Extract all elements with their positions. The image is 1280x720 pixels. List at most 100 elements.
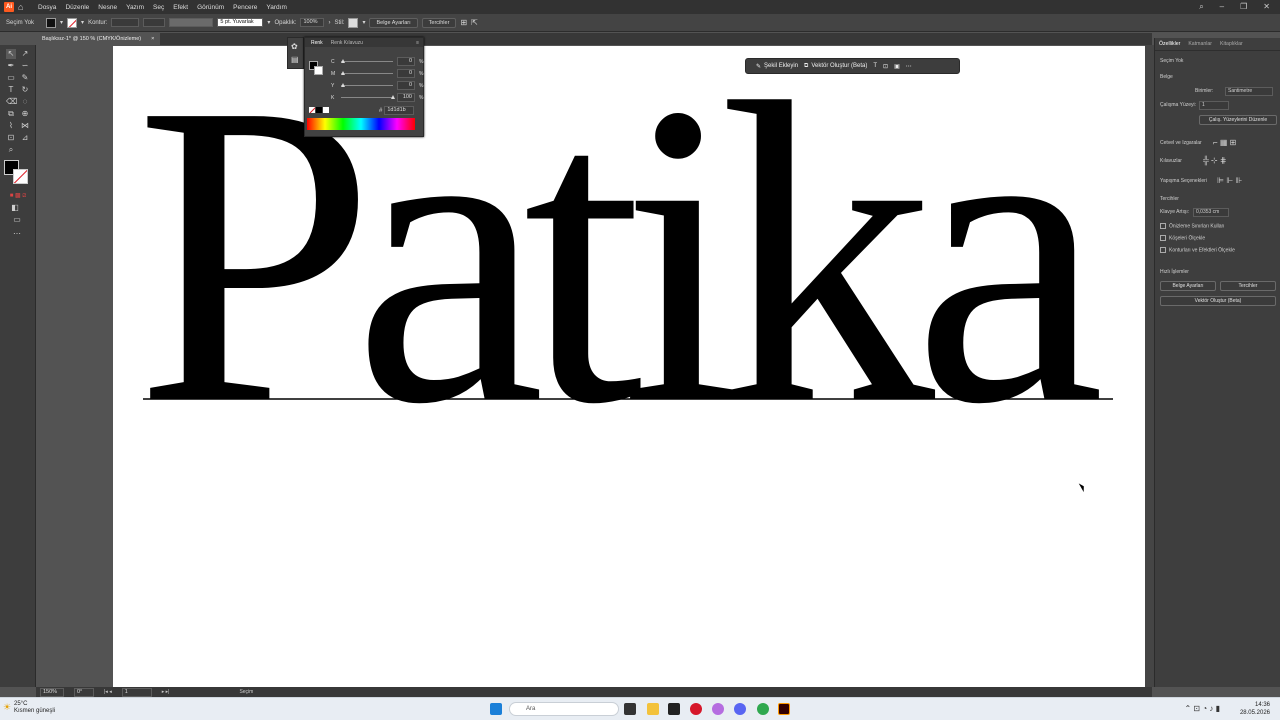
variable-width-field[interactable] <box>143 18 166 27</box>
slider-knob[interactable] <box>341 83 345 87</box>
chevron-down-icon[interactable]: ▾ <box>362 19 365 26</box>
quick-doc-setup-button[interactable]: Belge Ayarları <box>1160 281 1216 291</box>
color-spectrum[interactable] <box>307 118 415 130</box>
white-swatch[interactable] <box>323 107 329 113</box>
shape-builder-tool-icon[interactable]: ⊕ <box>20 109 30 119</box>
swatches-panel-icon[interactable]: ▤ <box>291 55 300 64</box>
system-tray-icons[interactable]: ⌃ ⊡ ◔ ♪ ▮ <box>1184 704 1220 713</box>
menu-item-select[interactable]: Seç <box>153 4 164 11</box>
artboard[interactable]: Patika <box>113 15 1145 687</box>
rectangle-tool-icon[interactable]: ▭ <box>6 73 16 83</box>
close-tab-icon[interactable]: × <box>151 36 154 42</box>
artboard-number-field[interactable]: 1 <box>121 687 152 697</box>
panel-menu-icon[interactable]: ≡ <box>416 40 419 46</box>
illustrator-taskbar-icon[interactable] <box>778 703 790 715</box>
menu-item-window[interactable]: Pencere <box>233 4 257 11</box>
export-icon[interactable]: ⇱ <box>471 18 478 27</box>
hex-value-field[interactable]: 1d1d1b <box>384 106 415 115</box>
pen-tool-icon[interactable]: ✒ <box>6 61 16 71</box>
vertical-scrollbar[interactable] <box>1145 45 1154 687</box>
checkbox-scale-corners[interactable]: Köşeleri Ölçekle <box>1160 235 1205 241</box>
rotation-field[interactable]: 0° <box>74 687 94 697</box>
menu-item-edit[interactable]: Düzenle <box>65 4 89 11</box>
warp-tool-icon[interactable]: ◌ <box>20 97 30 107</box>
menu-item-help[interactable]: Yardım <box>266 4 286 11</box>
magenta-slider[interactable]: M 0 % <box>331 69 423 78</box>
keyboard-increment-field[interactable]: 0,0353 cm <box>1193 208 1229 217</box>
more-tools-icon[interactable]: ⋯ <box>12 229 22 239</box>
preferences-button[interactable]: Tercihler <box>421 17 457 28</box>
opera-icon[interactable] <box>690 703 702 715</box>
file-explorer-icon[interactable] <box>647 703 659 715</box>
home-icon[interactable]: ⌂ <box>18 2 30 12</box>
eyedropper-tool-icon[interactable]: ⌇ <box>6 121 16 131</box>
document-tab[interactable]: Başlıksız-1* @ 150 % (CMYK/Önizleme) × <box>36 33 161 45</box>
tab-color[interactable]: Renk <box>311 40 323 46</box>
weather-icon[interactable]: ☀ <box>3 702 11 713</box>
curvature-tool-icon[interactable]: ∽ <box>20 61 30 71</box>
draw-mode-icon[interactable]: ◧ <box>10 203 20 213</box>
selection-tool-icon[interactable]: ↖ <box>6 49 16 59</box>
stroke-color-swatch[interactable] <box>13 169 28 184</box>
checkbox[interactable] <box>1160 235 1166 241</box>
taskbar-search[interactable]: Ara <box>509 702 619 716</box>
weather-widget[interactable]: 25°C Kısmen güneşli <box>14 701 55 715</box>
close-icon[interactable]: ✕ <box>1263 2 1270 12</box>
cyan-slider[interactable]: C 0 % <box>331 57 423 66</box>
fill-swatch[interactable] <box>46 17 57 28</box>
black-slider[interactable]: K 100 % <box>331 93 423 102</box>
add-shape-button[interactable]: ✎ Şekil Ekleyin <box>756 63 798 70</box>
direct-selection-tool-icon[interactable]: ↗ <box>20 49 30 59</box>
cyan-value[interactable]: 0 <box>397 57 415 66</box>
artboard-select[interactable]: 1 <box>1199 101 1229 110</box>
guides-icon[interactable]: ╬ ⊹ ⋕ <box>1203 156 1227 165</box>
start-icon[interactable] <box>490 703 502 715</box>
opacity-field[interactable]: 100% <box>300 18 325 27</box>
zoom-field[interactable]: 150% <box>40 687 64 697</box>
chevron-down-icon[interactable]: ▾ <box>267 19 270 26</box>
discord-icon[interactable] <box>734 703 746 715</box>
type-icon[interactable]: T <box>873 63 877 69</box>
chevron-right-icon[interactable]: › <box>328 20 330 26</box>
arrange-documents-icon[interactable]: ⊞ <box>460 18 467 27</box>
black-swatch[interactable] <box>316 107 322 113</box>
checkbox[interactable] <box>1160 223 1166 229</box>
terminal-app-icon[interactable] <box>668 703 680 715</box>
edit-artboards-button[interactable]: Çalış. Yüzeylerini Düzenle <box>1199 115 1277 125</box>
artboard-nav-first-icon[interactable]: |◂ ◂ <box>104 689 112 695</box>
quick-preferences-button[interactable]: Tercihler <box>1220 281 1276 291</box>
restore-icon[interactable]: ❐ <box>1240 2 1247 12</box>
magenta-value[interactable]: 0 <box>397 69 415 78</box>
panel-stroke-swatch[interactable] <box>314 66 323 75</box>
rotate-tool-icon[interactable]: ↻ <box>20 85 30 95</box>
yellow-slider[interactable]: Y 0 % <box>331 81 423 90</box>
slider-knob[interactable] <box>341 59 345 63</box>
checkbox[interactable] <box>1160 247 1166 253</box>
search-icon[interactable]: ⌕ <box>1199 2 1203 12</box>
artboard-tool-icon[interactable]: ⊡ <box>6 133 16 143</box>
tab-layers[interactable]: Katmanlar <box>1188 41 1212 47</box>
menu-item-type[interactable]: Yazım <box>126 4 144 11</box>
black-value[interactable]: 100 <box>397 93 415 102</box>
patika-lettering[interactable]: Patika <box>135 15 1124 493</box>
artboard-nav-next-icon[interactable]: ▸ ▸| <box>162 689 170 695</box>
task-view-icon[interactable] <box>624 703 636 715</box>
document-setup-button[interactable]: Belge Ayarları <box>369 17 418 28</box>
menu-item-effect[interactable]: Efekt <box>173 4 188 11</box>
yellow-value[interactable]: 0 <box>397 81 415 90</box>
menu-item-file[interactable]: Dosya <box>38 4 56 11</box>
tab-color-guide[interactable]: Renk Kılavuzu <box>331 40 363 46</box>
eraser-tool-icon[interactable]: ⌫ <box>6 97 17 107</box>
stroke-weight-field[interactable] <box>111 18 140 27</box>
slice-tool-icon[interactable]: ⊿ <box>20 133 30 143</box>
scale-tool-icon[interactable]: ⧉ <box>6 109 16 119</box>
chevron-down-icon[interactable]: ▾ <box>81 19 84 26</box>
chevron-down-icon[interactable]: ▾ <box>60 19 63 26</box>
checkbox-preview-bounds[interactable]: Önizleme Sınırları Kullan <box>1160 223 1224 229</box>
tab-properties[interactable]: Özellikler <box>1159 41 1180 47</box>
stroke-swatch[interactable] <box>67 17 78 28</box>
menu-item-view[interactable]: Görünüm <box>197 4 224 11</box>
blend-tool-icon[interactable]: ⋈ <box>20 121 30 131</box>
illustrator-app-icon[interactable]: Ai <box>4 2 14 12</box>
zoom-tool-icon[interactable]: ⌕ <box>6 145 16 155</box>
